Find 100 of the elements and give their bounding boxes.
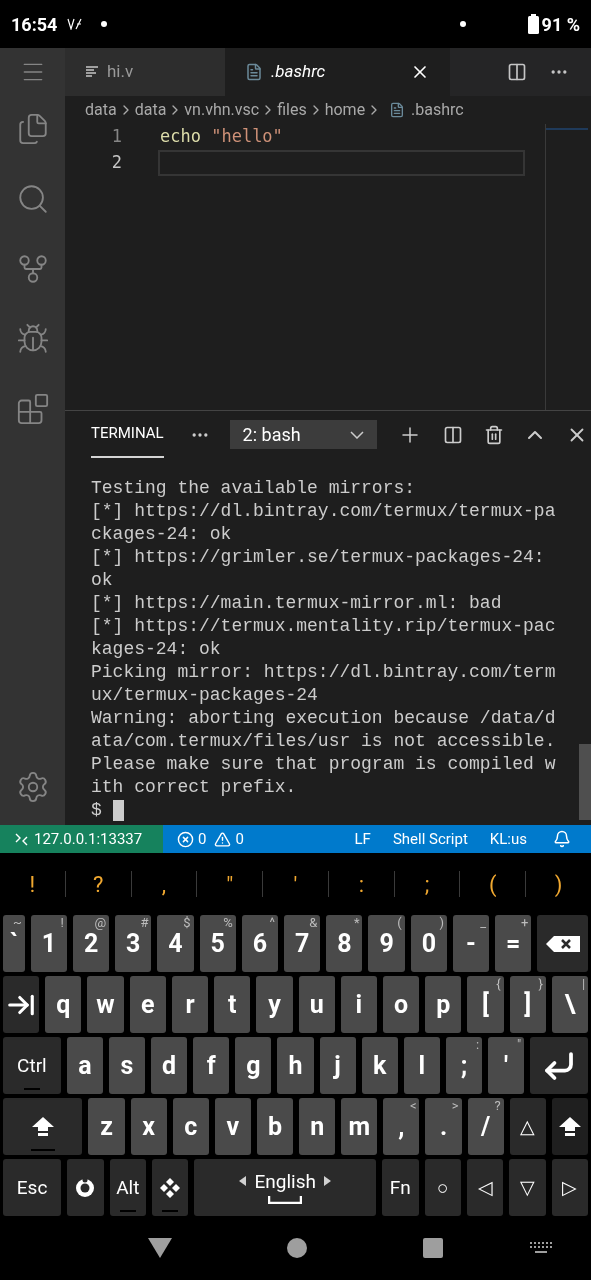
key[interactable]: ▷: [551, 1159, 589, 1216]
key[interactable]: Ctrl: [3, 1037, 61, 1094]
meta-key[interactable]: [151, 1159, 189, 1216]
breadcrumb-item[interactable]: vn.vhn.vsc: [184, 98, 260, 122]
key[interactable]: y: [256, 976, 293, 1033]
extra-key[interactable]: ,: [131, 853, 197, 915]
breadcrumb-item[interactable]: home: [324, 98, 366, 122]
key[interactable]: [ {: [467, 976, 504, 1033]
key[interactable]: 1 !: [30, 915, 67, 972]
key[interactable]: ' ": [488, 1037, 525, 1094]
key[interactable]: v: [214, 1098, 251, 1155]
bug-icon[interactable]: [15, 322, 50, 356]
key[interactable]: d: [151, 1037, 188, 1094]
tab-label: .bashrc: [271, 60, 326, 84]
key[interactable]: ; :: [445, 1037, 483, 1094]
enter-key[interactable]: [530, 1037, 588, 1094]
key[interactable]: 3 #: [115, 915, 152, 972]
status-item[interactable]: KL:us: [489, 827, 527, 851]
key[interactable]: j: [319, 1037, 356, 1094]
terminal-tab[interactable]: TERMINAL: [91, 411, 164, 458]
key[interactable]: i: [340, 976, 377, 1033]
split-terminal-icon[interactable]: [442, 424, 463, 445]
key[interactable]: / ?: [467, 1098, 504, 1155]
key[interactable]: f: [193, 1037, 230, 1094]
remote-indicator[interactable]: 127.0.0.1:13337: [0, 825, 163, 853]
key[interactable]: b: [257, 1098, 294, 1155]
key[interactable]: o: [382, 976, 420, 1033]
key[interactable]: k: [361, 1037, 398, 1094]
key[interactable]: 4 $: [157, 915, 194, 972]
key[interactable]: q: [45, 976, 82, 1033]
key[interactable]: ] }: [509, 976, 546, 1033]
shift-key[interactable]: [3, 1098, 83, 1155]
tab-key[interactable]: [3, 976, 40, 1033]
editor-tab[interactable]: .bashrc: [225, 48, 450, 96]
key[interactable]: Fn: [382, 1159, 419, 1216]
key[interactable]: h: [277, 1037, 314, 1094]
key[interactable]: z: [88, 1098, 125, 1155]
key[interactable]: r: [171, 976, 209, 1033]
trash-icon[interactable]: [483, 424, 504, 445]
key[interactable]: - _: [452, 915, 490, 972]
key[interactable]: ○: [424, 1159, 461, 1216]
extra-key[interactable]: ': [263, 853, 328, 915]
key[interactable]: = +: [495, 915, 532, 972]
key[interactable]: p: [425, 976, 462, 1033]
extensions-icon[interactable]: [15, 392, 50, 426]
extra-key[interactable]: ;: [394, 853, 460, 915]
key[interactable]: 6 ^: [241, 915, 279, 972]
breadcrumb-item[interactable]: data: [134, 98, 167, 122]
key[interactable]: Esc: [3, 1159, 62, 1216]
key[interactable]: 8 *: [326, 915, 363, 972]
recents-icon[interactable]: [423, 1238, 444, 1258]
key[interactable]: t: [214, 976, 251, 1033]
key[interactable]: x: [130, 1098, 167, 1155]
scrollbar-thumb[interactable]: [579, 744, 591, 820]
keyboard-icon[interactable]: [530, 1242, 552, 1254]
extra-key[interactable]: ": [197, 853, 263, 915]
key[interactable]: ◁: [466, 1159, 504, 1216]
key[interactable]: l: [403, 1037, 440, 1094]
problems-indicator[interactable]: 0 0: [177, 825, 244, 853]
extra-key[interactable]: :: [328, 853, 394, 915]
extra-key[interactable]: !: [0, 853, 65, 915]
extra-key[interactable]: ?: [65, 853, 131, 915]
home-icon[interactable]: [287, 1238, 308, 1258]
key[interactable]: g: [235, 1037, 272, 1094]
key[interactable]: s: [108, 1037, 146, 1094]
key[interactable]: u: [298, 976, 335, 1033]
terminal-dropdown[interactable]: 2: bash: [229, 420, 377, 449]
key[interactable]: a: [66, 1037, 103, 1094]
settings-key[interactable]: [67, 1159, 104, 1216]
breadcrumb-item[interactable]: .bashrc: [411, 98, 464, 122]
key[interactable]: 9 (: [368, 915, 405, 972]
space-key[interactable]: English: [194, 1159, 377, 1216]
back-icon[interactable]: [147, 1238, 172, 1258]
bell-icon[interactable]: [553, 830, 571, 848]
key[interactable]: ▽: [509, 1159, 546, 1216]
key[interactable]: 7 &: [284, 915, 321, 972]
backspace-key[interactable]: [537, 915, 589, 972]
key[interactable]: 2 @: [72, 915, 110, 972]
key[interactable]: c: [172, 1098, 209, 1155]
extra-key[interactable]: (: [460, 853, 526, 915]
key[interactable]: . >: [425, 1098, 462, 1155]
key[interactable]: 5 %: [199, 915, 236, 972]
status-item[interactable]: Shell Script: [392, 827, 468, 851]
key[interactable]: \ |: [551, 976, 589, 1033]
key[interactable]: ` ~: [3, 915, 25, 972]
split-editor-icon[interactable]: [507, 62, 527, 82]
shift-key[interactable]: [551, 1098, 588, 1155]
key[interactable]: w: [87, 976, 124, 1033]
editor-tab[interactable]: hi.v: [65, 48, 225, 96]
key[interactable]: △: [509, 1098, 546, 1155]
extra-key[interactable]: ): [526, 853, 591, 915]
status-item[interactable]: LF: [354, 827, 371, 851]
key[interactable]: , <: [383, 1098, 420, 1155]
breadcrumb-item[interactable]: files: [277, 98, 307, 122]
key[interactable]: 0 ): [410, 915, 447, 972]
key[interactable]: n: [299, 1098, 336, 1155]
key[interactable]: Alt: [109, 1159, 146, 1216]
breadcrumb-item[interactable]: data: [85, 98, 117, 122]
key[interactable]: e: [129, 976, 166, 1033]
key[interactable]: m: [341, 1098, 378, 1155]
